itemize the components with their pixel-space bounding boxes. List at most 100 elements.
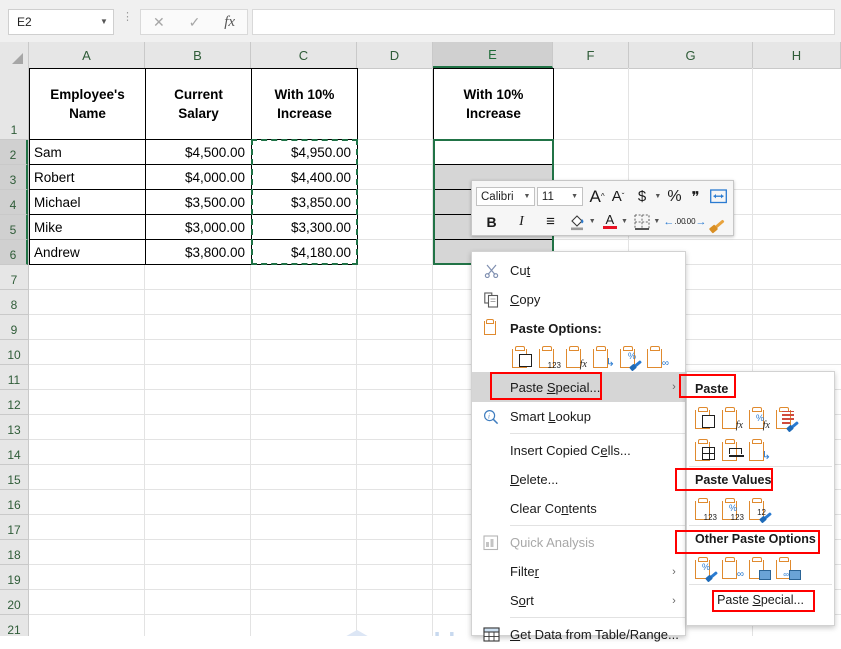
row-header-7[interactable]: 7 — [0, 265, 28, 290]
insert-function-icon[interactable]: fx — [224, 14, 235, 31]
chevron-down-icon[interactable]: ▼ — [568, 193, 582, 200]
column-header-h[interactable]: H — [753, 42, 841, 68]
shrink-font-icon[interactable]: Aˇ — [609, 186, 628, 207]
row-header-16[interactable]: 16 — [0, 490, 28, 515]
chevron-down-icon[interactable]: ▼ — [520, 193, 534, 200]
menu-item-copy[interactable]: Copy — [472, 285, 685, 314]
fill-color-icon[interactable] — [568, 211, 587, 232]
paste-linked-picture-icon[interactable]: ∞ — [776, 557, 801, 580]
active-cell-e2[interactable] — [434, 140, 552, 165]
menu-item-delete[interactable]: Delete... — [472, 465, 685, 494]
font-color-icon[interactable]: A — [600, 211, 619, 232]
paste-values-source-formatting-icon[interactable]: 12 — [749, 498, 772, 523]
row-header-15[interactable]: 15 — [0, 465, 28, 490]
menu-item-sort[interactable]: Sort › — [472, 586, 685, 615]
menu-item-clear-contents[interactable]: Clear Contents — [472, 494, 685, 523]
chevron-down-icon[interactable]: ▼ — [620, 211, 628, 232]
paste-all-icon[interactable] — [512, 346, 533, 369]
row-header-21[interactable]: 21 — [0, 615, 28, 636]
cell-a2[interactable]: Sam — [29, 139, 146, 165]
grow-font-icon[interactable]: A ^ — [588, 186, 607, 207]
chevron-down-icon[interactable]: ▼ — [588, 211, 596, 232]
cell-b6[interactable]: $3,800.00 — [145, 239, 252, 265]
paste-keep-source-column-widths-icon[interactable] — [722, 439, 744, 462]
cell-a1[interactable]: Employee's Name — [29, 68, 146, 140]
row-header-6[interactable]: 6 — [0, 240, 28, 265]
column-header-a[interactable]: A — [29, 42, 145, 68]
cell-a5[interactable]: Mike — [29, 214, 146, 240]
cell-b3[interactable]: $4,000.00 — [145, 164, 252, 190]
formula-input[interactable] — [252, 9, 835, 35]
cell-c2[interactable]: $4,950.00 — [251, 139, 358, 165]
select-all-corner[interactable] — [0, 42, 29, 68]
toolbar-overflow-icon[interactable]: ⋮ — [122, 12, 133, 23]
paste-link-icon[interactable]: ∞ — [647, 346, 669, 369]
menu-item-smart-lookup[interactable]: i Smart Lookup — [472, 402, 685, 431]
italic-button[interactable]: I — [512, 211, 531, 232]
row-header-14[interactable]: 14 — [0, 440, 28, 465]
paste-link-icon[interactable]: ∞ — [722, 557, 744, 580]
menu-item-get-data-from-table-range[interactable]: Get Data from Table/Range... — [472, 620, 685, 649]
row-header-18[interactable]: 18 — [0, 540, 28, 565]
cell-c3[interactable]: $4,400.00 — [251, 164, 358, 190]
font-name-combo[interactable]: Calibri ▼ — [476, 187, 535, 206]
center-align-icon[interactable]: ≡ — [541, 211, 560, 232]
menu-item-filter[interactable]: Filter › — [472, 557, 685, 586]
paste-no-borders-icon[interactable] — [695, 439, 716, 462]
cell-b4[interactable]: $3,500.00 — [145, 189, 252, 215]
column-header-g[interactable]: G — [629, 42, 753, 68]
name-box[interactable]: E2 ▼ — [8, 9, 114, 35]
enter-icon[interactable]: ✓ — [189, 14, 201, 31]
percent-format-icon[interactable]: % — [665, 186, 684, 207]
column-header-d[interactable]: D — [357, 42, 433, 68]
row-header-4[interactable]: 4 — [0, 190, 28, 215]
font-size-combo[interactable]: 11 ▼ — [536, 187, 583, 206]
row-header-17[interactable]: 17 — [0, 515, 28, 540]
row-header-9[interactable]: 9 — [0, 315, 28, 340]
menu-item-cut[interactable]: Cut — [472, 256, 685, 285]
accounting-format-icon[interactable]: $ — [633, 186, 652, 207]
cell-b1[interactable]: Current Salary — [145, 68, 252, 140]
decrease-decimal-icon[interactable]: ← .00 — [663, 211, 685, 232]
menu-item-paste-special[interactable]: Paste Special... › — [472, 372, 685, 402]
paste-transpose-icon[interactable]: ↳ — [593, 346, 615, 369]
cell-c1[interactable]: With 10% Increase — [251, 68, 358, 140]
row-header-13[interactable]: 13 — [0, 415, 28, 440]
column-header-c[interactable]: C — [251, 42, 357, 68]
row-header-5[interactable]: 5 — [0, 215, 28, 240]
row-header-20[interactable]: 20 — [0, 590, 28, 615]
increase-decimal-icon[interactable]: .00 → — [684, 211, 706, 232]
paste-formulas-icon[interactable]: fx — [722, 407, 743, 431]
wrap-text-icon[interactable] — [709, 186, 728, 207]
row-header-10[interactable]: 10 — [0, 340, 28, 365]
paste-values-number-formats-icon[interactable]: % 123 — [722, 498, 744, 522]
paste-formulas-icon[interactable]: fx — [566, 346, 587, 370]
cell-b5[interactable]: $3,000.00 — [145, 214, 252, 240]
borders-icon[interactable] — [633, 211, 652, 232]
row-header-11[interactable]: 11 — [0, 365, 28, 390]
chevron-down-icon[interactable]: ▼ — [653, 211, 661, 232]
row-header-2[interactable]: 2 — [0, 140, 28, 165]
cell-a6[interactable]: Andrew — [29, 239, 146, 265]
row-header-1[interactable]: 1 — [0, 68, 28, 140]
cell-c6[interactable]: $4,180.00 — [251, 239, 358, 265]
paste-formatting-icon[interactable]: % — [620, 346, 642, 371]
menu-item-insert-copied-cells[interactable]: Insert Copied Cells... — [472, 436, 685, 465]
cell-a4[interactable]: Michael — [29, 189, 146, 215]
chevron-down-icon[interactable]: ▼ — [95, 18, 113, 26]
chevron-down-icon[interactable]: ▼ — [653, 186, 663, 207]
column-header-e[interactable]: E — [433, 42, 553, 68]
cell-b2[interactable]: $4,500.00 — [145, 139, 252, 165]
cell-c5[interactable]: $3,300.00 — [251, 214, 358, 240]
column-header-b[interactable]: B — [145, 42, 251, 68]
paste-transpose-icon[interactable]: ↳ — [749, 439, 771, 462]
cancel-icon[interactable]: ✕ — [153, 14, 165, 31]
paste-formatting-icon[interactable]: % — [695, 557, 718, 582]
paste-values-icon[interactable]: 123 — [695, 498, 717, 522]
row-header-12[interactable]: 12 — [0, 390, 28, 415]
row-header-19[interactable]: 19 — [0, 565, 28, 590]
paste-values-icon[interactable]: 123 — [539, 346, 561, 370]
comma-format-icon[interactable]: ❞ — [686, 186, 705, 207]
cell-a3[interactable]: Robert — [29, 164, 146, 190]
row-header-3[interactable]: 3 — [0, 165, 28, 190]
